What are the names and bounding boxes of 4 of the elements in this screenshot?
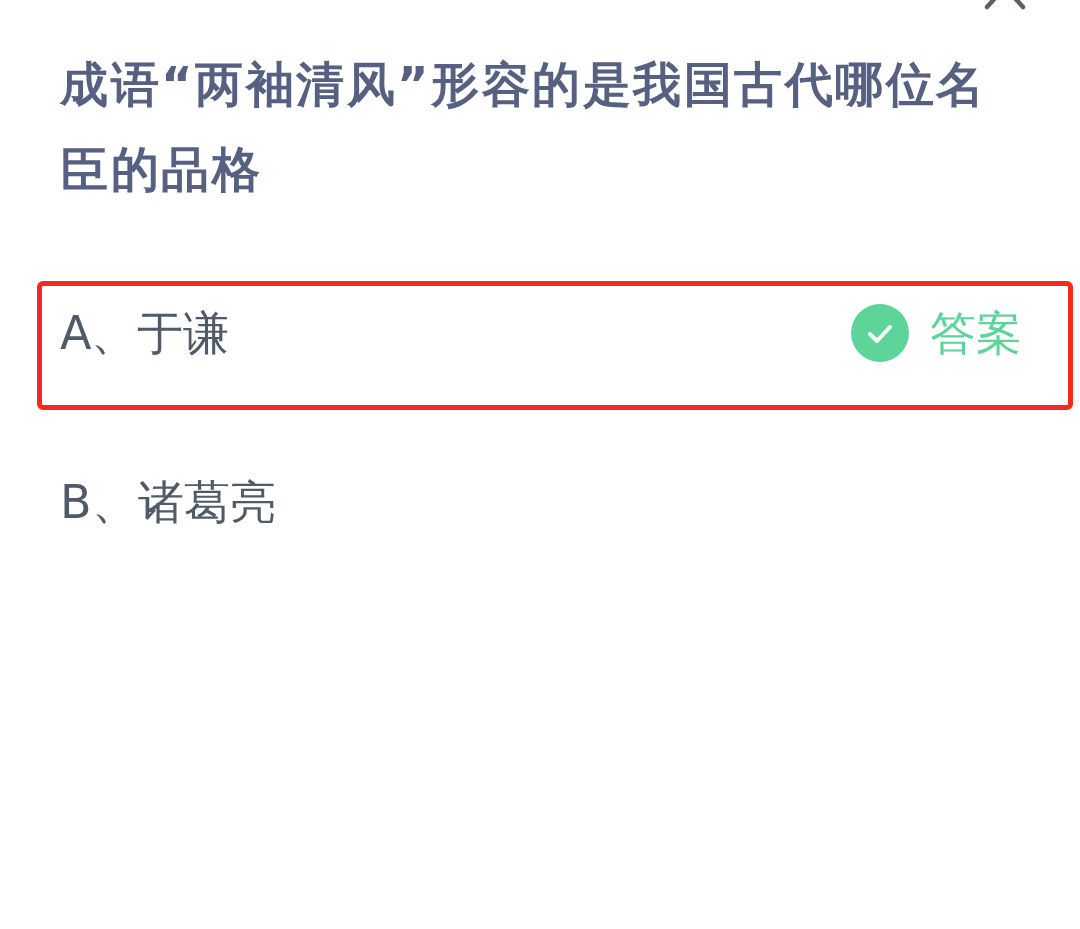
option-label[interactable]: A、于谦 [60, 303, 230, 363]
answer-tag: 答案 [930, 303, 1022, 363]
question-text: 成语“两袖清风”形容的是我国古代哪位名臣的品格 [60, 55, 988, 199]
option-label[interactable]: B、诸葛亮 [60, 472, 276, 532]
